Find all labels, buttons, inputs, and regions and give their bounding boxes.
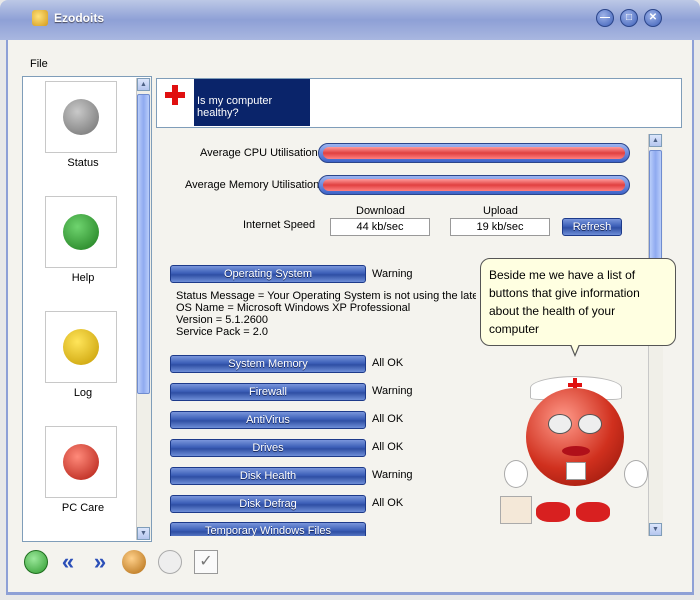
os-info: Status Message = Your Operating System i… bbox=[176, 290, 476, 338]
menu-bar: File bbox=[22, 55, 692, 73]
status-badge: All OK bbox=[372, 441, 404, 453]
sidebar-item-log[interactable] bbox=[45, 311, 117, 383]
speaker-icon[interactable] bbox=[24, 550, 48, 574]
red-nurse-character-icon bbox=[63, 444, 99, 480]
status-badge: Warning bbox=[372, 385, 413, 397]
status-badge: All OK bbox=[372, 357, 404, 369]
speech-bubble-tail bbox=[570, 344, 580, 357]
speech-bubble: Beside me we have a list of buttons that… bbox=[480, 258, 676, 346]
green-character-icon bbox=[63, 214, 99, 250]
status-badge: Warning bbox=[372, 469, 413, 481]
checklist-icon[interactable]: ✓ bbox=[194, 550, 218, 574]
disk-defrag-button[interactable]: Disk Defrag bbox=[170, 495, 366, 513]
back-icon[interactable]: « bbox=[56, 550, 80, 574]
refresh-button[interactable]: Refresh bbox=[562, 218, 622, 236]
app-icon bbox=[32, 10, 48, 26]
title-bar: Ezodoits — □ ✕ bbox=[0, 0, 700, 40]
memory-meter-fill bbox=[323, 179, 625, 191]
system-memory-button[interactable]: System Memory bbox=[170, 355, 366, 373]
download-value: 44 kb/sec bbox=[330, 218, 430, 236]
scroll-down-icon[interactable]: ▼ bbox=[649, 523, 662, 536]
status-badge: All OK bbox=[372, 497, 404, 509]
scroll-up-icon[interactable]: ▲ bbox=[649, 134, 662, 147]
drives-button[interactable]: Drives bbox=[170, 439, 366, 457]
nurse-character-icon bbox=[500, 370, 650, 530]
firewall-button[interactable]: Firewall bbox=[170, 383, 366, 401]
speech-icon[interactable] bbox=[158, 550, 182, 574]
download-label: Download bbox=[356, 205, 405, 217]
red-cross-icon bbox=[165, 85, 185, 105]
disk-health-button[interactable]: Disk Health bbox=[170, 467, 366, 485]
sidebar-item-label: Log bbox=[73, 387, 93, 399]
close-button[interactable]: ✕ bbox=[644, 9, 662, 27]
clip-area: Temporary Windows Files bbox=[170, 522, 366, 536]
sidebar-item-label: Help bbox=[71, 272, 95, 284]
os-name: OS Name = Microsoft Windows XP Professio… bbox=[176, 302, 411, 314]
upload-label: Upload bbox=[483, 205, 518, 217]
os-status-message: Status Message = Your Operating System i… bbox=[176, 290, 476, 302]
cpu-label: Average CPU Utilisation bbox=[200, 147, 318, 159]
upload-value: 19 kb/sec bbox=[450, 218, 550, 236]
agent-icon[interactable] bbox=[122, 550, 146, 574]
operating-system-button[interactable]: Operating System bbox=[170, 265, 366, 283]
sidebar-item-label: Status bbox=[67, 157, 99, 169]
sidebar-item-status[interactable] bbox=[45, 81, 117, 153]
window-title: Ezodoits bbox=[54, 11, 104, 25]
cpu-meter bbox=[318, 143, 630, 163]
cpu-meter-fill bbox=[323, 147, 625, 159]
temporary-windows-files-button[interactable]: Temporary Windows Files bbox=[170, 522, 366, 536]
scroll-down-icon[interactable]: ▼ bbox=[137, 527, 150, 540]
yellow-character-icon bbox=[63, 329, 99, 365]
forward-icon[interactable]: » bbox=[88, 550, 112, 574]
sidebar: Status Help Log PC Care bbox=[22, 76, 152, 542]
sidebar-scrollbar[interactable]: ▲ ▼ bbox=[136, 78, 151, 540]
scroll-thumb[interactable] bbox=[137, 94, 150, 394]
minimize-button[interactable]: — bbox=[596, 9, 614, 27]
maximize-button[interactable]: □ bbox=[620, 9, 638, 27]
memory-meter bbox=[318, 175, 630, 195]
sidebar-item-label: PC Care bbox=[61, 502, 105, 514]
antivirus-button[interactable]: AntiVirus bbox=[170, 411, 366, 429]
os-service-pack: Service Pack = 2.0 bbox=[176, 326, 269, 338]
status-badge: Warning bbox=[372, 268, 413, 280]
sidebar-item-help[interactable] bbox=[45, 196, 117, 268]
gray-character-icon bbox=[63, 99, 99, 135]
memory-label: Average Memory Utilisation bbox=[185, 179, 320, 191]
scroll-up-icon[interactable]: ▲ bbox=[137, 78, 150, 91]
scroll-thumb[interactable] bbox=[649, 150, 662, 270]
sidebar-item-pc-care[interactable] bbox=[45, 426, 117, 498]
menu-file[interactable]: File bbox=[30, 58, 48, 70]
status-badge: All OK bbox=[372, 413, 404, 425]
question-text[interactable]: Is my computer healthy? bbox=[194, 79, 310, 126]
internet-speed-label: Internet Speed bbox=[243, 219, 316, 231]
os-version: Version = 5.1.2600 bbox=[176, 314, 269, 326]
